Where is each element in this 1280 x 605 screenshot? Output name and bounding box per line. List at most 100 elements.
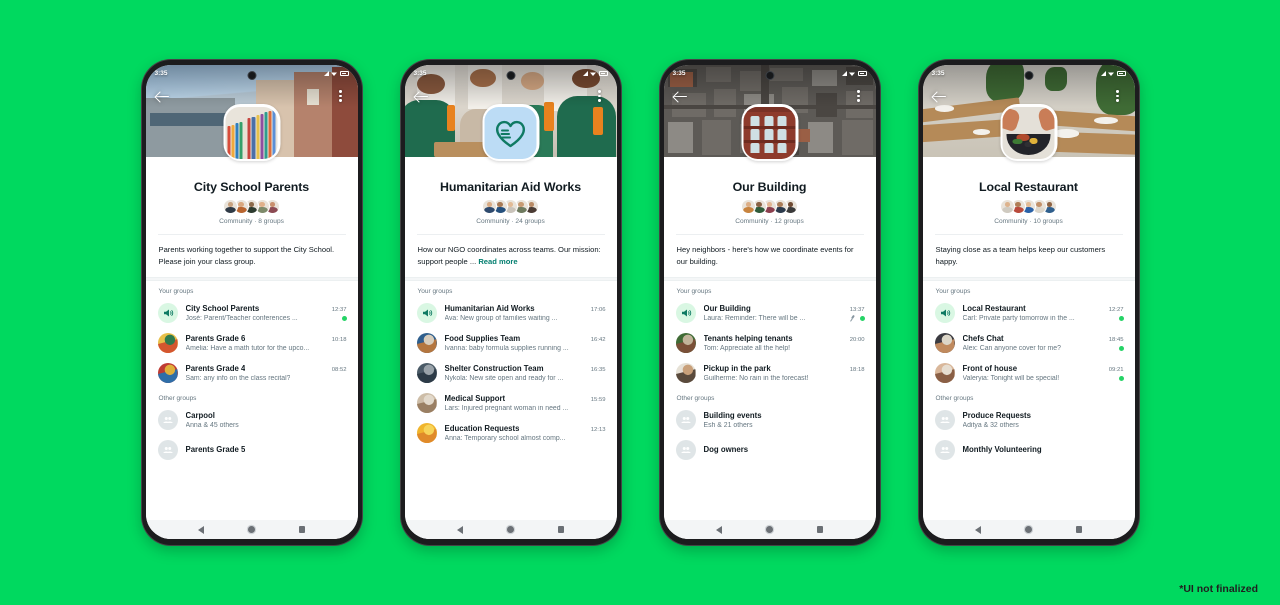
group-item-bottom: Tom: Appreciate all the help! (704, 345, 865, 352)
community-avatar[interactable] (223, 104, 280, 161)
overflow-menu-button[interactable] (332, 87, 350, 105)
other-group-list-item[interactable]: Produce Requests Aditya & 32 others (923, 405, 1135, 435)
avatar (223, 199, 238, 214)
nav-recents-icon[interactable] (557, 526, 565, 533)
group-avatar (934, 333, 955, 354)
group-item-top: Shelter Construction Team 16:35 (445, 364, 606, 373)
nav-recents-icon[interactable] (298, 526, 306, 533)
back-button[interactable] (413, 87, 431, 105)
signal-icon (582, 71, 588, 76)
nav-back-icon[interactable] (456, 525, 463, 534)
group-list-item[interactable]: Tenants helping tenants 20:00 Tom: Appre… (664, 328, 876, 358)
group-avatar (934, 363, 955, 384)
group-list-item[interactable]: Local Restaurant 12:27 Carl: Private par… (923, 298, 1135, 328)
group-avatar (157, 363, 178, 384)
group-item-bottom: Laura: Reminder: There will be ... (704, 315, 865, 322)
group-list-item[interactable]: Humanitarian Aid Works 17:06 Ava: New gr… (405, 298, 617, 328)
group-timestamp: 12:27 (1108, 307, 1124, 314)
group-item-body: Pickup in the park 18:18 Guilherme: No r… (704, 364, 865, 382)
group-last-message: Alex: Can anyone cover for me? (962, 344, 1061, 352)
announcement-icon (157, 303, 178, 324)
kebab-menu-icon (857, 90, 860, 102)
phone-mockup-humanitarian-aid-works: 3:35 Humanitarian Aid Works Community · 2… (399, 59, 622, 546)
battery-icon (1116, 71, 1126, 76)
nav-home-icon[interactable] (1024, 526, 1032, 533)
community-header: Local Restaurant Community · 10 groups (923, 157, 1135, 225)
community-description: Hey neighbors - here's how we coordinate… (664, 235, 876, 277)
group-name: Front of house (962, 364, 1018, 374)
group-last-message: Guilherme: No rain in the forecast! (703, 374, 809, 382)
camera-punch-hole (506, 71, 515, 80)
announcement-icon (675, 303, 696, 324)
back-button[interactable] (672, 87, 690, 105)
other-group-list-item[interactable]: Building events Esh & 21 others (664, 405, 876, 435)
group-timestamp: 12:37 (331, 307, 347, 314)
community-avatar[interactable] (1000, 104, 1057, 161)
unread-dot (1118, 315, 1124, 321)
avatar (1000, 199, 1015, 214)
read-more-link[interactable]: Read more (478, 257, 517, 266)
overflow-menu-button[interactable] (591, 87, 609, 105)
group-list-item[interactable]: Parents Grade 6 10:18 Amelia: Have a mat… (146, 328, 358, 358)
android-nav-bar (404, 520, 617, 539)
group-list[interactable]: Your groups Local Restaurant 12:27 Carl:… (923, 281, 1135, 520)
nav-back-icon[interactable] (974, 525, 981, 534)
group-list-item[interactable]: Food Supplies Team 16:42 Ivanna: baby fo… (405, 328, 617, 358)
group-list-item[interactable]: Medical Support 15:59 Lars: Injured preg… (405, 388, 617, 418)
group-name: Shelter Construction Team (444, 364, 544, 374)
group-list[interactable]: Your groups City School Parents 12:37 Jo… (146, 281, 358, 520)
overflow-menu-button[interactable] (850, 87, 868, 105)
group-item-bottom: Anna & 45 others (186, 422, 347, 429)
other-group-list-item[interactable]: Dog owners (664, 435, 876, 465)
wifi-icon (590, 72, 596, 76)
group-list-item[interactable]: Chefs Chat 18:45 Alex: Can anyone cover … (923, 328, 1135, 358)
group-list-item[interactable]: Pickup in the park 18:18 Guilherme: No r… (664, 358, 876, 388)
group-list-item[interactable]: Shelter Construction Team 16:35 Nykola: … (405, 358, 617, 388)
nav-home-icon[interactable] (247, 526, 255, 533)
community-subtitle: Community · 12 groups (735, 218, 804, 225)
community-description: Staying close as a team helps keep our c… (923, 235, 1135, 277)
nav-home-icon[interactable] (765, 526, 773, 533)
other-group-list-item[interactable]: Carpool Anna & 45 others (146, 405, 358, 435)
group-list-item[interactable]: City School Parents 12:37 José: Parent/T… (146, 298, 358, 328)
back-arrow-icon (156, 91, 169, 102)
group-timestamp: 10:18 (331, 337, 347, 344)
kebab-menu-icon (1116, 90, 1119, 102)
community-title: City School Parents (193, 180, 310, 194)
group-list-item[interactable]: Education Requests 12:13 Anna: Temporary… (405, 418, 617, 448)
community-avatar[interactable] (482, 104, 539, 161)
group-list[interactable]: Your groups Our Building 13:37 Laura: Re… (664, 281, 876, 520)
group-item-bottom: Guilherme: No rain in the forecast! (704, 375, 865, 382)
group-list-item[interactable]: Parents Grade 4 08:52 Sam: any info on t… (146, 358, 358, 388)
member-avatar-row (405, 199, 617, 214)
wifi-icon (849, 72, 855, 76)
nav-recents-icon[interactable] (1075, 526, 1083, 533)
phone-screen: 3:35 Our Building Community · 12 groups He… (663, 65, 876, 539)
back-button[interactable] (154, 87, 172, 105)
group-item-body: Carpool Anna & 45 others (186, 411, 347, 429)
group-last-message: José: Parent/Teacher conferences ... (185, 314, 298, 322)
battery-icon (857, 71, 867, 76)
group-list[interactable]: Your groups Humanitarian Aid Works 17:06… (405, 281, 617, 520)
community-avatar[interactable] (741, 104, 798, 161)
other-group-list-item[interactable]: Monthly Volunteering (923, 435, 1135, 465)
nav-home-icon[interactable] (506, 526, 514, 533)
group-members: Esh & 21 others (703, 421, 753, 429)
group-timestamp: 18:18 (849, 367, 865, 374)
group-list-item[interactable]: Front of house 09:21 Valeryia: Tonight w… (923, 358, 1135, 388)
overflow-menu-button[interactable] (1109, 87, 1127, 105)
back-button[interactable] (931, 87, 949, 105)
nav-back-icon[interactable] (715, 525, 722, 534)
signal-icon (1100, 71, 1106, 76)
nav-recents-icon[interactable] (816, 526, 824, 533)
group-item-top: Parents Grade 5 (186, 445, 347, 454)
other-group-list-item[interactable]: Parents Grade 5 (146, 435, 358, 465)
status-bar-time: 3:35 (672, 70, 686, 77)
watermark-text: *UI not finalized (1179, 583, 1258, 595)
nav-back-icon[interactable] (197, 525, 204, 534)
phone-screen: 3:35 City School Parents Community · 8 gr… (145, 65, 358, 539)
group-item-body: Building events Esh & 21 others (704, 411, 865, 429)
community-title: Local Restaurant (979, 180, 1078, 194)
kebab-menu-icon (339, 90, 342, 102)
group-list-item[interactable]: Our Building 13:37 Laura: Reminder: Ther… (664, 298, 876, 328)
